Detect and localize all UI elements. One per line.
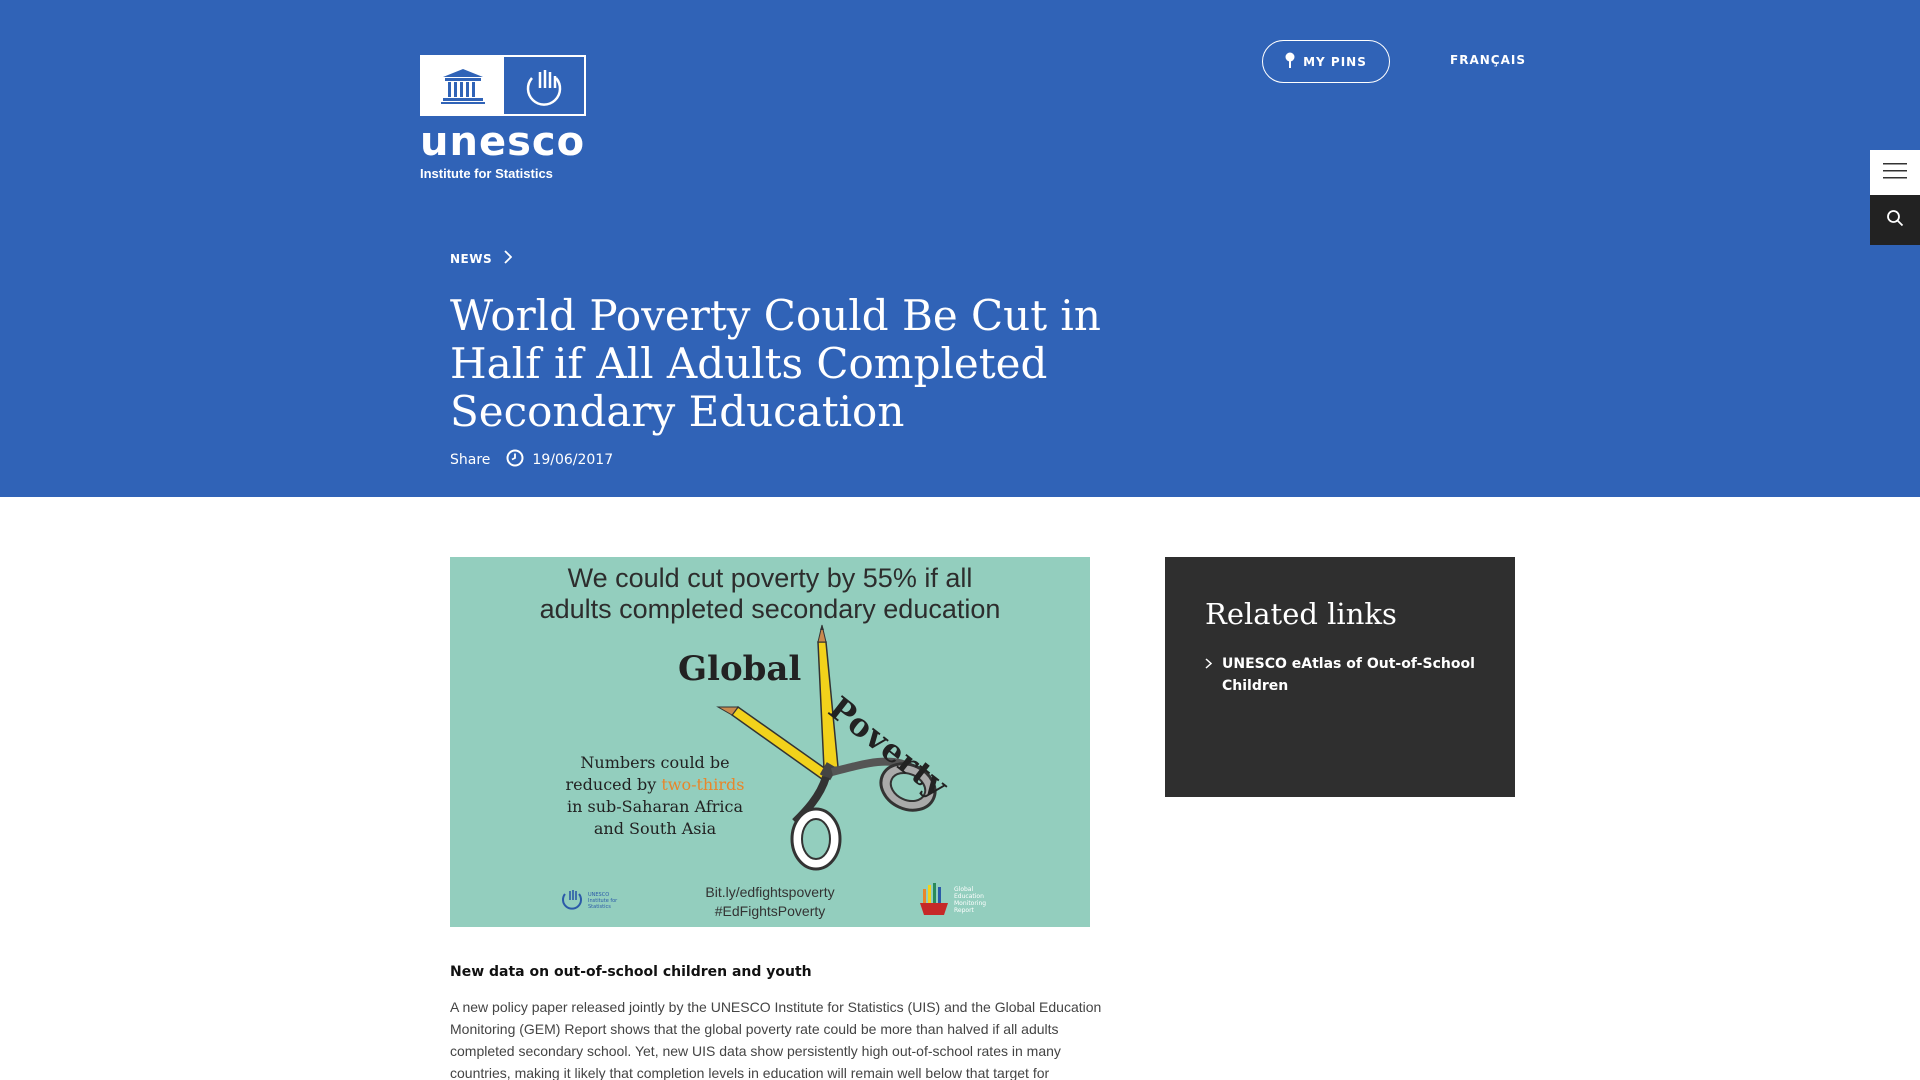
article-meta: Share 19/06/2017 <box>450 449 613 471</box>
infographic-hashtag: #EdFightsPoverty <box>714 903 826 919</box>
infographic-word-global: Global <box>678 649 802 689</box>
breadcrumb-news-link[interactable]: NEWS <box>450 252 492 266</box>
infographic-gem-logo: Global Education Monitoring Report <box>920 881 994 919</box>
hamburger-menu-icon <box>1883 162 1907 184</box>
infographic-numbers-prefix: reduced by <box>565 775 662 794</box>
infographic-uis-logo: UNESCO Institute for Statistics <box>560 887 618 915</box>
menu-toggle-button[interactable] <box>1870 150 1920 195</box>
article-body-paragraph: A new policy paper released jointly by t… <box>450 999 1102 1080</box>
temple-icon <box>422 57 504 114</box>
logo-subtitle: Institute for Statistics <box>420 166 553 181</box>
uis-emblem-icon <box>560 887 584 915</box>
search-icon <box>1886 209 1904 231</box>
my-pins-label: MY PINS <box>1303 54 1367 69</box>
unesco-uis-logo[interactable]: unesco Institute for Statistics <box>420 55 592 181</box>
infographic-numbers-line2: reduced by two-thirds <box>545 774 765 796</box>
chevron-right-icon <box>1205 653 1213 697</box>
article-infographic: We could cut poverty by 55% if all adult… <box>450 557 1090 927</box>
clock-icon <box>506 449 524 471</box>
article-lead-heading: New data on out-of-school children and y… <box>450 964 812 980</box>
related-link-item[interactable]: UNESCO eAtlas of Out-of-School Children <box>1205 653 1475 697</box>
related-link-label: UNESCO eAtlas of Out-of-School Children <box>1222 656 1475 694</box>
share-button[interactable]: Share <box>450 452 490 468</box>
infographic-numbers-highlight: two-thirds <box>661 775 745 794</box>
gem-report-icon <box>920 881 950 919</box>
infographic-numbers-line1: Numbers could be <box>580 753 730 772</box>
logo-wordmark: unesco <box>420 119 586 165</box>
infographic-numbers-line4: and South Asia <box>593 819 717 838</box>
infographic-uis-logo-text: UNESCO Institute for Statistics <box>588 892 618 910</box>
page-title: World Poverty Could Be Cut in Half if Al… <box>450 291 1101 436</box>
related-links-title: Related links <box>1205 597 1397 631</box>
logo-emblem <box>420 55 586 116</box>
map-pin-icon <box>1285 52 1295 71</box>
search-toggle-button[interactable] <box>1870 195 1920 245</box>
infographic-gem-logo-text: Global Education Monitoring Report <box>954 886 987 914</box>
breadcrumb: NEWS <box>450 250 513 267</box>
uis-emblem-icon <box>504 57 584 114</box>
infographic-numbers-text: Numbers could be reduced by two-thirds i… <box>545 752 765 840</box>
infographic-link-text: Bit.ly/edfightspoverty #EdFightsPoverty <box>450 883 1090 921</box>
my-pins-button[interactable]: MY PINS <box>1262 40 1390 83</box>
scissors-pencils-illustration <box>716 624 937 871</box>
infographic-numbers-line3: in sub-Saharan Africa <box>566 797 744 816</box>
infographic-url: Bit.ly/edfightspoverty <box>705 884 835 900</box>
publish-date: 19/06/2017 <box>532 452 614 468</box>
language-switch-link[interactable]: FRANÇAIS <box>1450 53 1526 67</box>
related-links-panel: Related links UNESCO eAtlas of Out-of-Sc… <box>1165 557 1515 797</box>
chevron-right-icon <box>504 250 513 267</box>
